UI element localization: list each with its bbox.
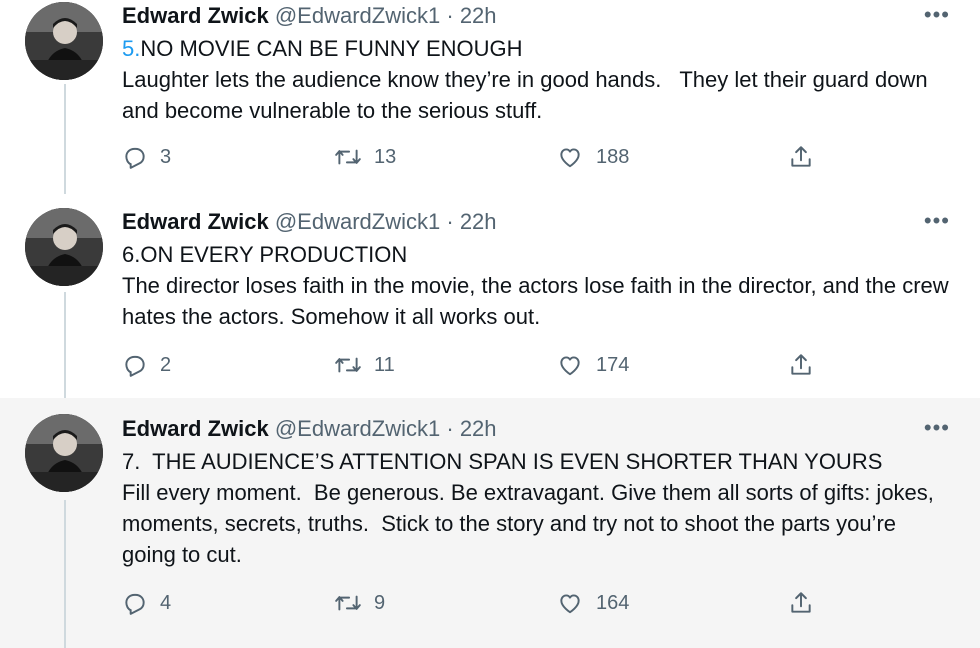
retweet-count: 11 [374,353,395,376]
heart-icon [560,356,580,376]
timestamp[interactable]: 22h [460,416,497,441]
reply-button[interactable]: 2 [122,352,171,378]
share-button[interactable] [788,144,826,170]
separator: · [446,209,454,234]
share-button[interactable] [788,352,826,378]
tweet-heading: 6.ON EVERY PRODUCTION [122,242,408,267]
tweet[interactable]: Edward Zwick @EdwardZwick1 · 22h ••• 6.O… [0,200,980,400]
retweet-count: 9 [374,591,386,614]
author-name[interactable]: Edward Zwick [122,3,269,28]
tweet-text: 6.ON EVERY PRODUCTION The director loses… [122,239,950,332]
author-name[interactable]: Edward Zwick [122,209,269,234]
avatar[interactable] [25,414,103,492]
like-button[interactable]: 164 [556,590,629,616]
tweet-header: Edward Zwick @EdwardZwick1 · 22h [122,2,950,30]
tweet-body: Laughter lets the audience know they’re … [122,67,934,123]
share-icon [791,354,811,375]
tweet-body: The director loses faith in the movie, t… [122,273,955,329]
tweet-actions: 2 11 174 [122,352,822,380]
reply-count: 3 [160,145,172,168]
reply-count: 4 [160,591,172,614]
retweet-count: 13 [374,145,397,168]
retweet-icon [335,595,361,611]
like-button[interactable]: 188 [556,144,629,170]
tweet-actions: 4 9 164 [122,590,822,618]
like-count: 164 [596,591,630,614]
separator: · [446,3,454,28]
tweet[interactable]: Edward Zwick @EdwardZwick1 · 22h ••• 7. … [0,398,980,648]
retweet-button[interactable]: 13 [334,144,396,170]
tweet-actions: 3 13 188 [122,144,822,172]
like-button[interactable]: 174 [556,352,629,378]
avatar[interactable] [25,208,103,286]
author-name[interactable]: Edward Zwick [122,416,269,441]
timestamp[interactable]: 22h [460,3,497,28]
reply-icon [125,355,145,377]
reply-count: 2 [160,353,172,376]
timestamp[interactable]: 22h [460,209,497,234]
tweet-heading: NO MOVIE CAN BE FUNNY ENOUGH [140,36,523,61]
tweet[interactable]: Edward Zwick @EdwardZwick1 · 22h ••• 5.N… [0,0,980,200]
thread-line [64,500,66,648]
retweet-button[interactable]: 11 [334,352,395,378]
author-handle[interactable]: @EdwardZwick1 [275,3,440,28]
heart-icon [560,594,580,614]
tweet-header: Edward Zwick @EdwardZwick1 · 22h [122,415,950,443]
avatar[interactable] [25,2,103,80]
share-button[interactable] [788,590,826,616]
heart-icon [560,148,580,168]
author-handle[interactable]: @EdwardZwick1 [275,416,440,441]
reply-button[interactable]: 4 [122,590,171,616]
share-icon [791,592,811,613]
more-icon[interactable]: ••• [924,2,950,28]
more-icon[interactable]: ••• [924,208,950,234]
tweet-text: 7. THE AUDIENCE’S ATTENTION SPAN IS EVEN… [122,446,950,570]
like-count: 188 [596,145,630,168]
separator: · [446,416,454,441]
author-handle[interactable]: @EdwardZwick1 [275,209,440,234]
like-count: 174 [596,353,630,376]
share-icon [791,146,811,167]
tweet-text: 5.NO MOVIE CAN BE FUNNY ENOUGH Laughter … [122,33,950,126]
retweet-button[interactable]: 9 [334,590,385,616]
tweet-body: Fill every moment. Be generous. Be extra… [122,480,941,567]
reply-button[interactable]: 3 [122,144,171,170]
tweet-heading: 7. THE AUDIENCE’S ATTENTION SPAN IS EVEN… [122,449,883,474]
retweet-icon [335,357,361,373]
retweet-icon [335,149,361,165]
tweet-header: Edward Zwick @EdwardZwick1 · 22h [122,208,950,236]
reply-icon [125,147,145,169]
tweet-number-link[interactable]: 5. [122,36,140,61]
more-icon[interactable]: ••• [924,415,950,441]
reply-icon [125,593,145,615]
